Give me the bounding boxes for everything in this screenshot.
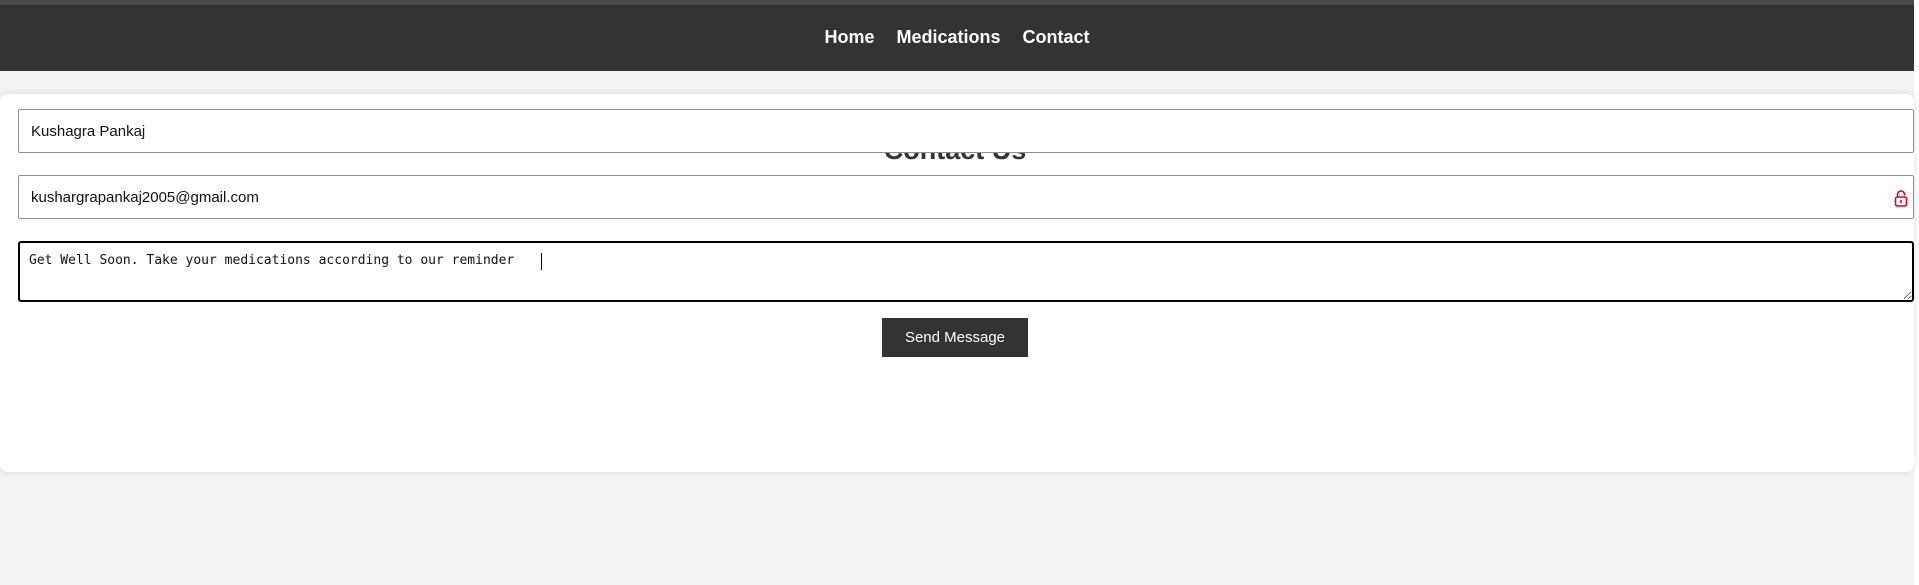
name-input[interactable] — [18, 109, 1914, 153]
top-navbar: Home Medications Contact — [0, 5, 1914, 71]
lock-icon[interactable] — [1894, 188, 1908, 208]
message-textarea[interactable]: Get Well Soon. Take your medications acc… — [18, 241, 1914, 302]
email-input[interactable] — [18, 175, 1914, 219]
window-edge — [1914, 0, 1919, 585]
nav-medications-link[interactable]: Medications — [896, 27, 1000, 48]
text-cursor — [541, 253, 542, 270]
send-message-button[interactable]: Send Message — [882, 318, 1028, 357]
nav-home-link[interactable]: Home — [824, 27, 874, 48]
nav-contact-link[interactable]: Contact — [1023, 27, 1090, 48]
